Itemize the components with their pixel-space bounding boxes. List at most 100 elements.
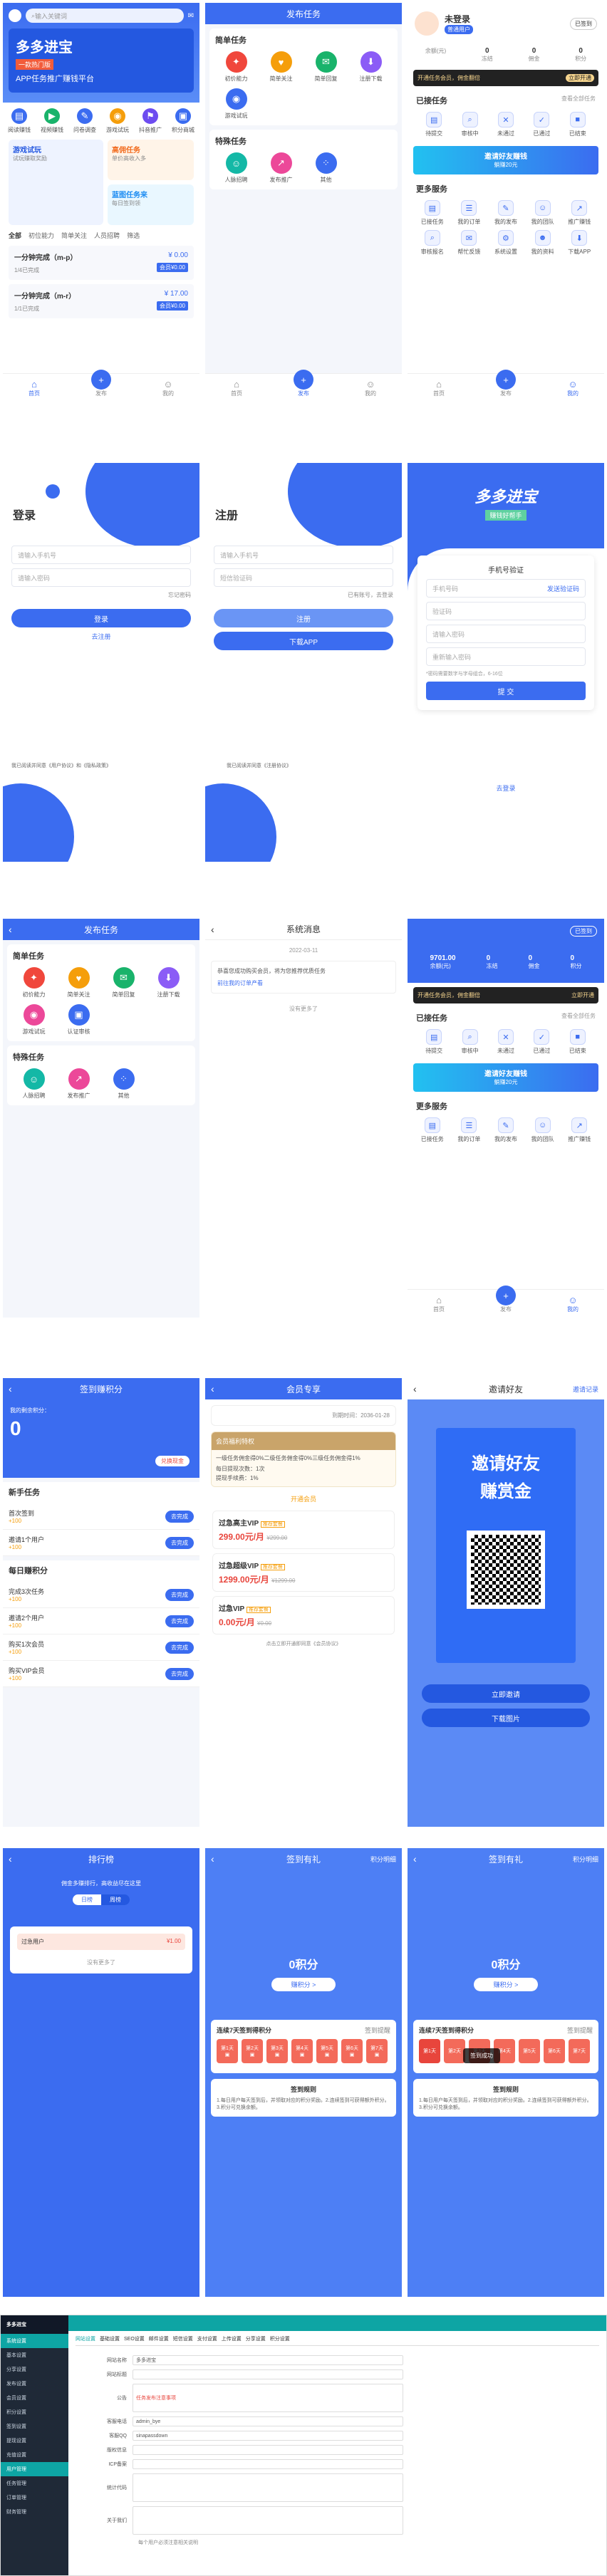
service-item[interactable]: ↗ 推广赚钱: [563, 1117, 596, 1143]
task-type[interactable]: ↗ 发布推广: [260, 152, 302, 184]
back-icon[interactable]: ‹: [211, 1853, 214, 1865]
service-item[interactable]: ☺ 我的团队: [526, 1117, 559, 1143]
message-card[interactable]: 恭喜您成功购买会员，将为您推荐优质任务 前往我的订单产看: [211, 961, 396, 994]
phone-input[interactable]: 请输入手机号: [11, 546, 191, 564]
admin-tab[interactable]: 支付设置: [197, 2335, 217, 2342]
day-cell[interactable]: 第7天: [569, 2039, 590, 2063]
login-link[interactable]: 已有账号，去登录: [205, 591, 393, 599]
admin-tab[interactable]: 邮件设置: [149, 2335, 169, 2342]
category-item[interactable]: ◉ 游戏试玩: [106, 108, 129, 134]
tab-mine[interactable]: ☺ 我的: [365, 379, 376, 397]
menu-item[interactable]: 分享设置: [1, 2362, 68, 2377]
admin-tab[interactable]: 分享设置: [246, 2335, 266, 2342]
day-cell[interactable]: 第6天: [544, 2039, 565, 2063]
message-icon[interactable]: ✉: [188, 12, 194, 20]
forgot-link[interactable]: 忘记密码: [3, 591, 191, 599]
service-item[interactable]: ☰ 我的订单: [453, 200, 486, 226]
day-cell[interactable]: 第4天 ▣: [291, 2039, 313, 2063]
admin-tab[interactable]: 网站设置: [76, 2335, 95, 2342]
invite-banner[interactable]: 邀请好友赚钱 躺赚20元: [413, 1063, 598, 1092]
view-all-link[interactable]: 查看全部任务: [561, 95, 596, 112]
admin-tab[interactable]: SEO设置: [124, 2335, 145, 2342]
tab-publish[interactable]: + 发布: [496, 370, 516, 397]
stat[interactable]: 余额(元): [425, 47, 446, 63]
exchange-cash-button[interactable]: 兑换现金: [155, 1456, 190, 1466]
checkin-button[interactable]: 已签到: [570, 17, 597, 30]
stat[interactable]: 0 佣金: [529, 954, 540, 970]
tab-home[interactable]: ⌂ 首页: [433, 379, 445, 397]
stat[interactable]: 9701.00 余额(元): [430, 954, 455, 970]
task-type[interactable]: ☺ 人脉招聘: [13, 1068, 55, 1100]
agreement-text[interactable]: 我已阅读并同意《用户协议》和《隐私政策》: [11, 762, 191, 769]
field-input[interactable]: 多多进宝: [133, 2355, 403, 2365]
task-type[interactable]: ⁘ 其他: [305, 152, 347, 184]
vip-strip[interactable]: 开通任务会员，佣金翻倍 立即开通: [413, 987, 598, 1003]
task-status[interactable]: ▤ 待提交: [425, 112, 442, 137]
download-button[interactable]: 下载APP: [214, 632, 393, 650]
tab-home[interactable]: ⌂ 首页: [433, 1295, 445, 1313]
go-button[interactable]: 去完成: [165, 1641, 194, 1654]
service-item[interactable]: ▤ 已接任务: [416, 1117, 449, 1143]
submit-button[interactable]: 提 交: [426, 682, 586, 700]
menu-item[interactable]: 充值设置: [1, 2448, 68, 2462]
filter-tab[interactable]: 人员招聘: [94, 231, 120, 240]
stat[interactable]: 0 积分: [570, 954, 581, 970]
task-status[interactable]: ✕ 未通过: [497, 1029, 514, 1055]
back-icon[interactable]: ‹: [211, 1383, 214, 1394]
tab-mine[interactable]: ☺ 我的: [567, 1295, 579, 1313]
vip-plan[interactable]: 过急VIP 推荐套餐 0.00元/月 ¥0.00: [212, 1596, 395, 1634]
password-confirm-input[interactable]: 重新输入密码: [426, 647, 586, 666]
service-item[interactable]: ☰ 我的订单: [453, 1117, 486, 1143]
tab-home[interactable]: ⌂ 首页: [28, 379, 40, 397]
service-item[interactable]: ▤ 已接任务: [416, 200, 449, 226]
task-type[interactable]: ✉ 简单回复: [305, 51, 347, 83]
field-input[interactable]: [133, 2459, 403, 2469]
task-type[interactable]: ☺ 人脉招聘: [215, 152, 257, 184]
tab-day[interactable]: 日榜: [73, 1894, 101, 1905]
day-cell[interactable]: 第3天 ▣: [266, 2039, 288, 2063]
tab-publish[interactable]: + 发布: [91, 370, 111, 397]
service-item[interactable]: ⚙ 系统设置: [489, 230, 522, 256]
menu-item[interactable]: 系统设置: [1, 2334, 68, 2348]
vip-plan[interactable]: 过急超级VIP 推荐套餐 1299.00元/月 ¥1299.00: [212, 1553, 395, 1592]
menu-item[interactable]: 财务管理: [1, 2505, 68, 2519]
search-input[interactable]: ⌕ 输入关键词: [26, 9, 184, 23]
vip-strip[interactable]: 开通任务会员，佣金翻倍 立即开通: [413, 70, 598, 86]
service-item[interactable]: ↗ 推广赚钱: [563, 200, 596, 226]
back-icon[interactable]: ‹: [9, 1383, 12, 1394]
earn-points-button[interactable]: 赚积分 >: [474, 1978, 538, 1991]
back-icon[interactable]: ‹: [211, 924, 214, 935]
admin-tab[interactable]: 积分设置: [270, 2335, 290, 2342]
task-status[interactable]: ■ 已结束: [569, 1029, 586, 1055]
field-input[interactable]: [133, 2445, 403, 2455]
phone-input[interactable]: 手机号码 发送验证码: [426, 579, 586, 598]
task-type[interactable]: ✦ 初价能力: [215, 51, 257, 83]
menu-item[interactable]: 基本设置: [1, 2348, 68, 2362]
filter-tab[interactable]: 筛选: [127, 231, 140, 240]
stat[interactable]: 0 佣金: [528, 47, 539, 63]
agreement-text[interactable]: 点击立即开通即同意《会员协议》: [205, 1640, 402, 1647]
task-type[interactable]: ♥ 简单关注: [58, 967, 100, 998]
task-type[interactable]: ⬇ 注册下载: [147, 967, 190, 998]
task-status[interactable]: ▤ 待提交: [425, 1029, 442, 1055]
tab-mine[interactable]: ☺ 我的: [567, 379, 579, 397]
task-type[interactable]: ⬇ 注册下载: [350, 51, 392, 83]
task-status[interactable]: ⌕ 审核中: [462, 1029, 479, 1055]
menu-item[interactable]: 发布设置: [1, 2377, 68, 2391]
service-item[interactable]: ☺ 我的团队: [526, 200, 559, 226]
day-cell[interactable]: 第1天: [419, 2039, 440, 2063]
earn-points-button[interactable]: 赚积分 >: [271, 1978, 336, 1991]
view-all-link[interactable]: 查看全部任务: [561, 1012, 596, 1029]
sms-input[interactable]: 短信验证码: [214, 568, 393, 587]
login-button[interactable]: 登录: [11, 609, 191, 627]
task-type[interactable]: ♥ 简单关注: [260, 51, 302, 83]
avatar[interactable]: [415, 11, 439, 36]
agreement-text[interactable]: 我已阅读并同意《注册协议》: [227, 762, 393, 769]
category-item[interactable]: ▤ 阅读赚钱: [8, 108, 31, 134]
filter-tab[interactable]: 初位能力: [28, 231, 54, 240]
service-item[interactable]: ☻ 我的资料: [526, 230, 559, 256]
service-item[interactable]: ✎ 我的发布: [489, 200, 522, 226]
day-cell[interactable]: 第2天: [444, 2039, 465, 2063]
download-image-button[interactable]: 下载图片: [422, 1709, 590, 1727]
task-type[interactable]: ◉ 游戏试玩: [13, 1004, 55, 1036]
